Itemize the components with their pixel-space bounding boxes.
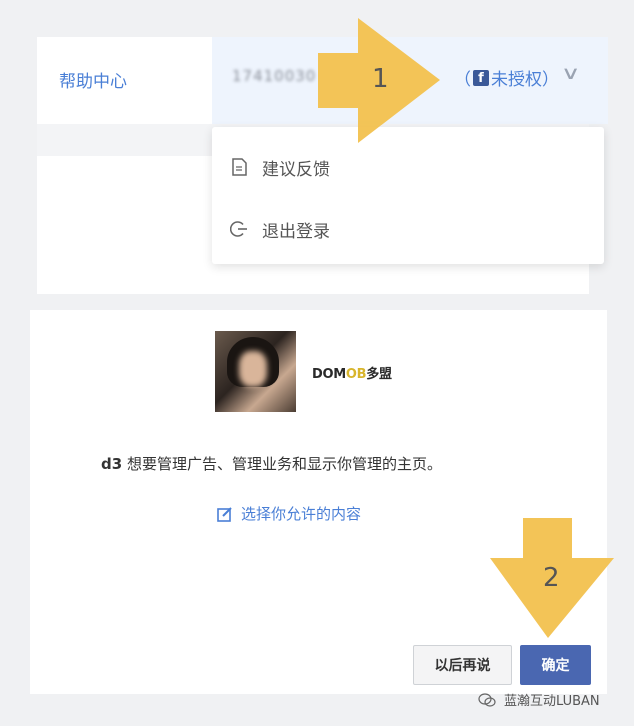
permission-text: 想要管理广告、管理业务和显示你管理的主页。 (122, 455, 442, 473)
chevron-down-icon[interactable]: ∨ (561, 63, 581, 84)
help-center-link[interactable]: 帮助中心 (59, 67, 127, 92)
later-button[interactable]: 以后再说 (413, 645, 512, 685)
menu-item-feedback[interactable]: 建议反馈 (230, 152, 330, 182)
facebook-auth-status: （ f 未授权） (454, 65, 559, 90)
edit-icon (217, 506, 232, 522)
brand-b: B (356, 367, 367, 382)
menu-item-label: 退出登录 (262, 221, 330, 242)
paren-open: （ (454, 70, 471, 90)
domob-logo: DOMOB多盟 (312, 363, 392, 382)
permission-description: d3 想要管理广告、管理业务和显示你管理的主页。 (101, 453, 442, 474)
arrow-2-label: 2 (543, 563, 560, 593)
user-avatar (215, 331, 296, 412)
watermark-text: 蓝瀚互动LUBAN (504, 694, 600, 709)
wechat-icon (478, 692, 496, 707)
brand-cn: 多盟 (366, 367, 392, 382)
confirm-button[interactable]: 确定 (520, 645, 591, 685)
brand-o: O (345, 367, 357, 382)
brand-text: DOM (312, 367, 346, 382)
avatar-face (239, 351, 267, 387)
facebook-icon: f (473, 69, 489, 86)
auth-status-label: 未授权） (491, 70, 559, 90)
arrow-1-label: 1 (372, 64, 389, 94)
app-name: d3 (101, 455, 123, 473)
menu-item-logout[interactable]: 退出登录 (230, 214, 330, 244)
account-id: 17410030 (232, 67, 317, 85)
choose-link-label: 选择你允许的内容 (241, 505, 362, 523)
menu-item-label: 建议反馈 (262, 159, 330, 180)
logout-icon (230, 220, 248, 238)
watermark: 蓝瀚互动LUBAN (478, 690, 600, 709)
choose-permissions-link[interactable]: 选择你允许的内容 (217, 503, 361, 524)
document-icon (230, 158, 248, 176)
account-dropdown-menu: 建议反馈 退出登录 (212, 127, 604, 264)
